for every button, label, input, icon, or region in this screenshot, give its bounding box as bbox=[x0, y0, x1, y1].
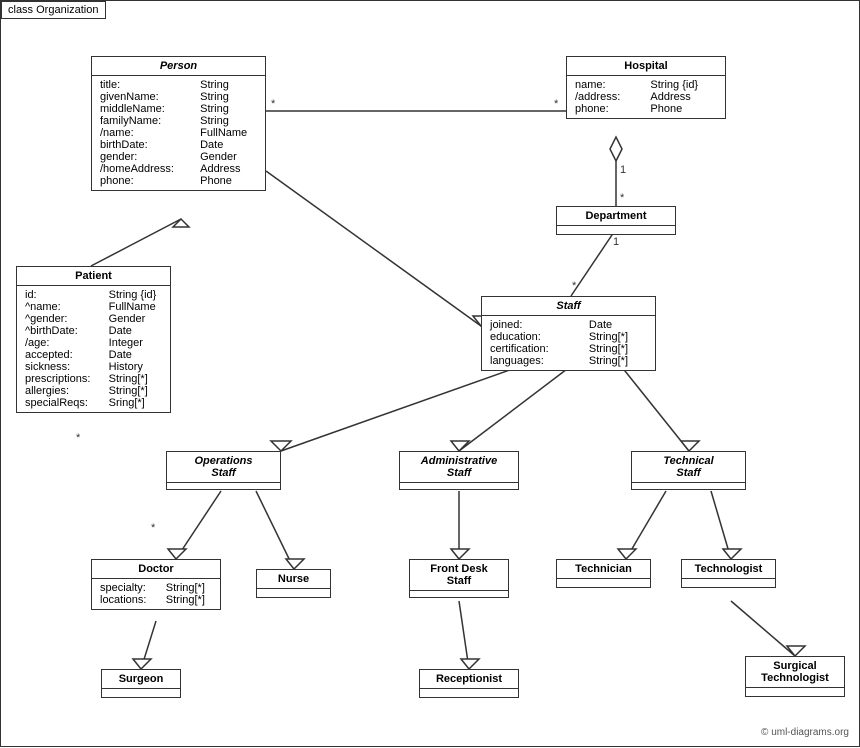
technician-class: Technician bbox=[556, 559, 651, 588]
nurse-header: Nurse bbox=[257, 570, 330, 589]
frontdesk-body bbox=[410, 591, 508, 597]
person-body: title:String givenName:String middleName… bbox=[92, 76, 265, 190]
svg-text:1: 1 bbox=[620, 164, 626, 176]
department-class: Department bbox=[556, 206, 676, 235]
receptionist-body bbox=[420, 689, 518, 697]
staff-header: Staff bbox=[482, 297, 655, 316]
nurse-class: Nurse bbox=[256, 569, 331, 598]
ops-staff-header: OperationsStaff bbox=[167, 452, 280, 483]
person-header: Person bbox=[92, 57, 265, 76]
svg-text:*: * bbox=[620, 192, 625, 204]
frontdesk-header: Front DeskStaff bbox=[410, 560, 508, 591]
tech-staff-body bbox=[632, 483, 745, 489]
technician-header: Technician bbox=[557, 560, 650, 579]
frontdesk-class: Front DeskStaff bbox=[409, 559, 509, 598]
surgical-tech-header: SurgicalTechnologist bbox=[746, 657, 844, 688]
ops-staff-class: OperationsStaff bbox=[166, 451, 281, 490]
surgical-tech-body bbox=[746, 688, 844, 696]
doctor-header: Doctor bbox=[92, 560, 220, 579]
staff-body: joined:Date education:String[*] certific… bbox=[482, 316, 655, 370]
svg-text:*: * bbox=[554, 98, 559, 110]
receptionist-class: Receptionist bbox=[419, 669, 519, 698]
nurse-body bbox=[257, 589, 330, 597]
tech-staff-class: TechnicalStaff bbox=[631, 451, 746, 490]
receptionist-header: Receptionist bbox=[420, 670, 518, 689]
surgeon-body bbox=[102, 689, 180, 697]
svg-text:*: * bbox=[572, 280, 577, 292]
svg-text:1: 1 bbox=[613, 236, 619, 248]
department-header: Department bbox=[557, 207, 675, 226]
ops-staff-body bbox=[167, 483, 280, 489]
hospital-header: Hospital bbox=[567, 57, 725, 76]
svg-text:*: * bbox=[76, 432, 81, 444]
technologist-header: Technologist bbox=[682, 560, 775, 579]
watermark: © uml-diagrams.org bbox=[761, 727, 849, 738]
diagram-container: class Organization * * 1 * 1 * bbox=[0, 0, 860, 747]
technologist-class: Technologist bbox=[681, 559, 776, 588]
admin-staff-class: AdministrativeStaff bbox=[399, 451, 519, 490]
surgical-tech-class: SurgicalTechnologist bbox=[745, 656, 845, 697]
hospital-class: Hospital name:String {id} /address:Addre… bbox=[566, 56, 726, 119]
patient-class: Patient id:String {id} ^name:FullName ^g… bbox=[16, 266, 171, 413]
staff-class: Staff joined:Date education:String[*] ce… bbox=[481, 296, 656, 371]
surgeon-header: Surgeon bbox=[102, 670, 180, 689]
svg-text:*: * bbox=[271, 98, 276, 110]
tech-staff-header: TechnicalStaff bbox=[632, 452, 745, 483]
diagram-title: class Organization bbox=[1, 1, 106, 19]
admin-staff-header: AdministrativeStaff bbox=[400, 452, 518, 483]
doctor-class: Doctor specialty:String[*] locations:Str… bbox=[91, 559, 221, 610]
technician-body bbox=[557, 579, 650, 587]
department-body bbox=[557, 226, 675, 234]
hospital-body: name:String {id} /address:Address phone:… bbox=[567, 76, 725, 118]
admin-staff-body bbox=[400, 483, 518, 489]
surgeon-class: Surgeon bbox=[101, 669, 181, 698]
person-class: Person title:String givenName:String mid… bbox=[91, 56, 266, 191]
technologist-body bbox=[682, 579, 775, 587]
doctor-body: specialty:String[*] locations:String[*] bbox=[92, 579, 220, 609]
svg-text:*: * bbox=[151, 522, 156, 534]
patient-header: Patient bbox=[17, 267, 170, 286]
patient-body: id:String {id} ^name:FullName ^gender:Ge… bbox=[17, 286, 170, 412]
